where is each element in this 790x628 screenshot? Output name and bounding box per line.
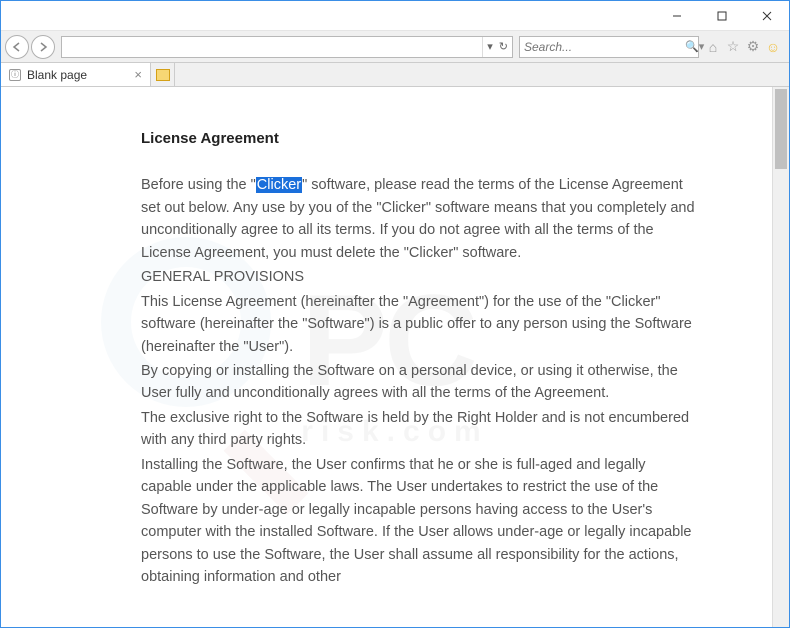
search-bar[interactable]: 🔍 ▾	[519, 36, 699, 58]
settings-icon[interactable]: ⚙	[745, 39, 761, 55]
minimize-button[interactable]	[654, 1, 699, 30]
doc-paragraph: By copying or installing the Software on…	[141, 360, 699, 405]
nav-toolbar: ▾ ↻ 🔍 ▾ ⌂ ☆ ⚙ ☺	[1, 31, 789, 63]
maximize-button[interactable]	[699, 1, 744, 30]
vertical-scrollbar[interactable]	[772, 87, 789, 627]
page-icon: ⓘ	[9, 69, 21, 81]
content-area: PCrisk.com License Agreement Before usin…	[1, 87, 789, 627]
tab-bar: ⓘ Blank page ×	[1, 63, 789, 87]
doc-paragraph: The exclusive right to the Software is h…	[141, 407, 699, 452]
titlebar	[1, 1, 789, 31]
url-input[interactable]	[62, 40, 482, 54]
new-tab-button[interactable]	[151, 63, 175, 86]
tab-label: Blank page	[27, 68, 128, 82]
smiley-icon[interactable]: ☺	[765, 39, 781, 55]
folder-icon	[156, 69, 170, 81]
home-icon[interactable]: ⌂	[705, 39, 721, 55]
refresh-icon[interactable]: ↻	[499, 40, 508, 53]
url-controls: ▾ ↻	[482, 37, 512, 57]
doc-title: License Agreement	[141, 127, 699, 150]
close-button[interactable]	[744, 1, 789, 30]
doc-heading-general: GENERAL PROVISIONS	[141, 266, 699, 288]
toolbar-right-icons: ⌂ ☆ ⚙ ☺	[701, 39, 785, 55]
document-body[interactable]: License Agreement Before using the "Clic…	[1, 87, 789, 627]
tab-blank-page[interactable]: ⓘ Blank page ×	[1, 63, 151, 86]
doc-paragraph-intro: Before using the "Clicker" software, ple…	[141, 174, 699, 264]
back-button[interactable]	[5, 35, 29, 59]
highlighted-text: Clicker	[256, 177, 302, 193]
url-dropdown-icon[interactable]: ▾	[487, 40, 493, 53]
search-icon[interactable]: 🔍	[685, 40, 699, 53]
forward-button[interactable]	[31, 35, 55, 59]
search-input[interactable]	[524, 40, 681, 54]
scrollbar-thumb[interactable]	[775, 89, 787, 169]
doc-paragraph: This License Agreement (hereinafter the …	[141, 291, 699, 358]
favorites-icon[interactable]: ☆	[725, 39, 741, 55]
doc-paragraph: Installing the Software, the User confir…	[141, 454, 699, 589]
address-bar[interactable]: ▾ ↻	[61, 36, 513, 58]
browser-window: ▾ ↻ 🔍 ▾ ⌂ ☆ ⚙ ☺ ⓘ Blank page × PCrisk.co…	[0, 0, 790, 628]
tab-close-icon[interactable]: ×	[134, 67, 142, 82]
